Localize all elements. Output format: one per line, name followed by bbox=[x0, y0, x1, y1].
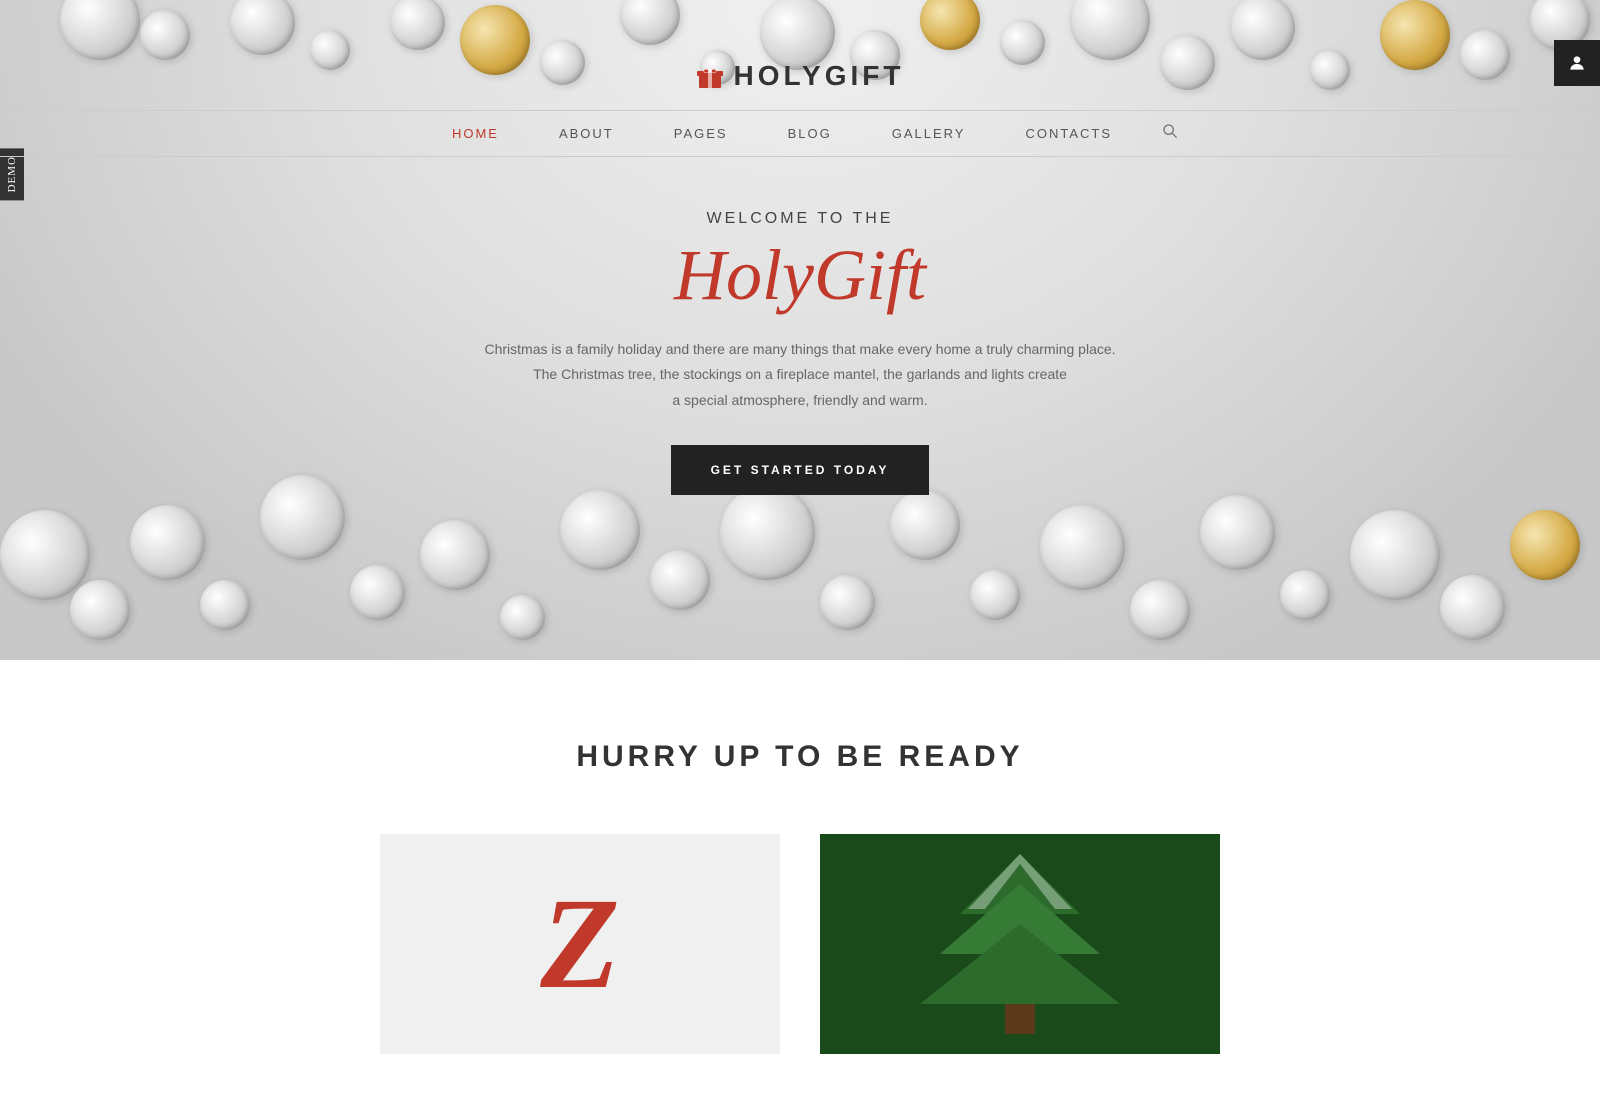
hero-description: Christmas is a family holiday and there … bbox=[450, 337, 1150, 413]
logo-area: HOLYGIFT bbox=[696, 60, 905, 92]
user-icon bbox=[1567, 53, 1587, 73]
welcome-text: WELCOME TO THE bbox=[450, 210, 1150, 228]
user-account-button[interactable] bbox=[1554, 40, 1600, 86]
cta-button[interactable]: GET STARTED TODAY bbox=[671, 445, 930, 495]
logo-gift-icon bbox=[696, 62, 724, 90]
pine-tree-illustration bbox=[820, 834, 1220, 1054]
card-item-2 bbox=[820, 834, 1220, 1054]
search-icon[interactable] bbox=[1162, 123, 1178, 144]
nav-contacts[interactable]: CONTACTS bbox=[995, 126, 1142, 141]
nav-gallery[interactable]: GALLERY bbox=[862, 126, 996, 141]
tree-background bbox=[820, 834, 1220, 1054]
nav-blog[interactable]: BLOG bbox=[758, 126, 862, 141]
logo-text: HOLYGIFT bbox=[734, 60, 905, 92]
site-header: HOLYGIFT HOME ABOUT PAGES BLOG GALLERY C… bbox=[0, 0, 1600, 157]
nav-about[interactable]: ABOUT bbox=[529, 126, 644, 141]
hero-section: DEMO HOLYGIFT HOME ABOUT PAGES BLOG GALL… bbox=[0, 0, 1600, 660]
card-item-1: Z bbox=[380, 834, 780, 1054]
nav-pages[interactable]: PAGES bbox=[644, 126, 758, 141]
nav-home[interactable]: HOME bbox=[422, 126, 529, 141]
cards-row: Z bbox=[0, 834, 1600, 1054]
hero-content: WELCOME TO THE HolyGift Christmas is a f… bbox=[450, 210, 1150, 495]
below-fold-section: HURRY UP TO BE READY Z bbox=[0, 660, 1600, 1114]
section-title: HURRY UP TO BE READY bbox=[0, 740, 1600, 774]
main-navigation: HOME ABOUT PAGES BLOG GALLERY CONTACTS bbox=[0, 110, 1600, 157]
card-1-image: Z bbox=[380, 834, 780, 1054]
card-2-image bbox=[820, 834, 1220, 1054]
brand-script-text: HolyGift bbox=[450, 236, 1150, 315]
z-letter-icon: Z bbox=[540, 879, 619, 1009]
